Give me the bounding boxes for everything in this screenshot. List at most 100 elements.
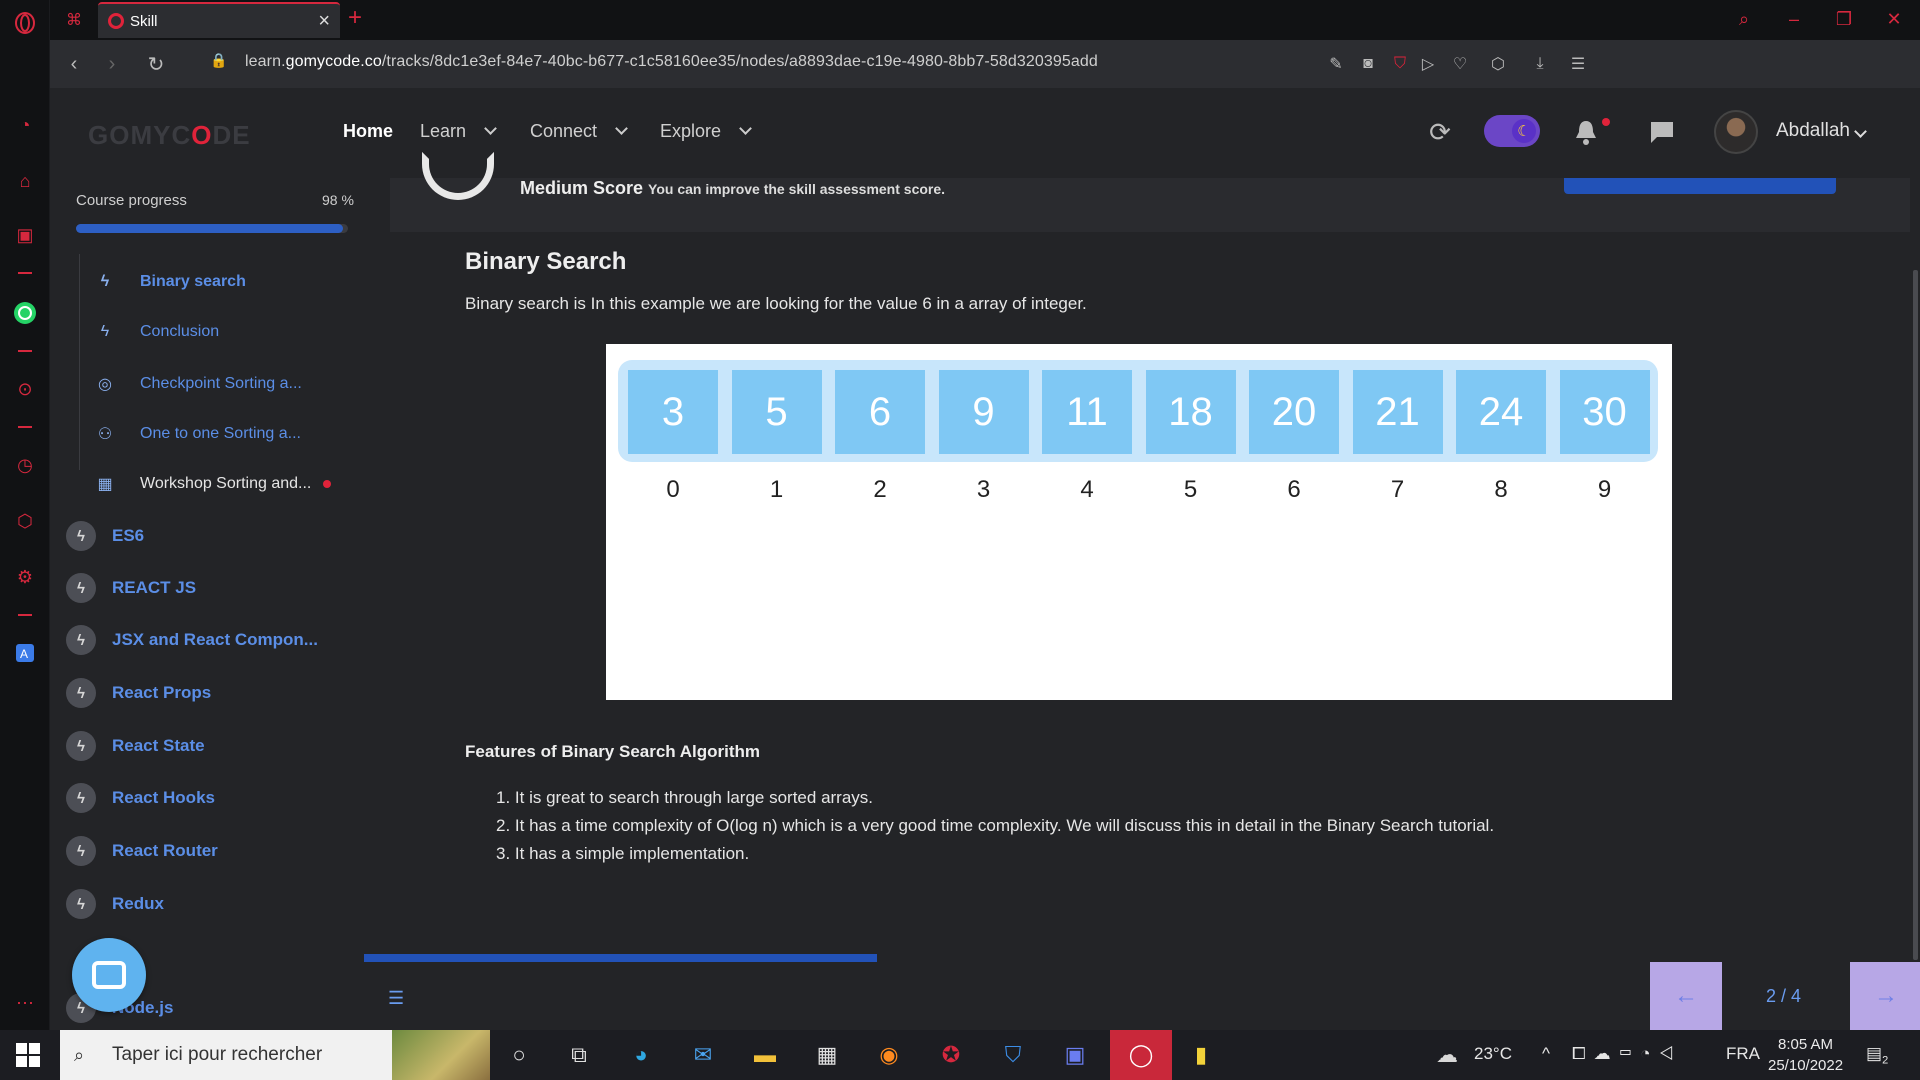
screen: ◔ ⌂ ▣ ⊙ ◷ ⬡ ⚙ A ⋯ ⌘ Skill × + ⌕ – ❐ ✕ ‹ … (0, 0, 1920, 1080)
clock-date: 25/10/2022 (1768, 1057, 1844, 1074)
defender-icon[interactable]: ⛉ (996, 1039, 1030, 1071)
download-icon[interactable]: ⤓ (1528, 52, 1552, 76)
nav-home[interactable]: Home (343, 121, 393, 142)
improve-score-button[interactable] (1564, 178, 1836, 194)
bag-icon[interactable]: ⌂ (12, 168, 38, 194)
close-tab-icon[interactable]: × (318, 10, 330, 33)
reload-icon[interactable]: ↻ (142, 50, 170, 78)
tree-line (79, 254, 80, 470)
dark-mode-toggle[interactable]: ☾ (1484, 115, 1540, 147)
sidebar-module-jsx[interactable]: ϟ JSX and React Compon... (66, 620, 346, 660)
minimize-icon[interactable]: – (1774, 4, 1814, 34)
windows-start-icon[interactable] (16, 1043, 40, 1067)
opera-favicon-icon (108, 13, 124, 29)
sidebar-module-react-state[interactable]: ϟ React State (66, 726, 346, 766)
gamepad-icon[interactable]: ⌘ (60, 6, 88, 34)
messages-icon[interactable] (1646, 116, 1678, 148)
player-icon[interactable]: ⊙ (12, 376, 38, 402)
forward-icon[interactable]: › (98, 50, 126, 78)
gomycode-logo[interactable]: GOMYCODE (88, 120, 251, 151)
notification-center-icon[interactable]: ▤2 (1866, 1044, 1888, 1066)
bolt-icon: ϟ (100, 323, 110, 340)
file-explorer-icon[interactable]: ▬ (748, 1039, 782, 1071)
clock[interactable]: 8:05 AM 25/10/2022 (1768, 1034, 1843, 1076)
bolt-icon: ϟ (66, 521, 96, 551)
extensions-icon[interactable]: ⬡ (12, 508, 38, 534)
close-window-icon[interactable]: ✕ (1874, 4, 1914, 34)
url-field[interactable]: learn.gomycode.co/tracks/8dc1e3ef-84e7-4… (245, 53, 1098, 71)
sidebar-module-react-hooks[interactable]: ϟ React Hooks (66, 778, 346, 818)
sticky-notes-icon[interactable]: ▮ (1184, 1039, 1218, 1071)
bolt-icon: ϟ (66, 731, 96, 761)
speed-dial-icon[interactable]: ◔ (12, 112, 38, 138)
avatar[interactable] (1714, 110, 1758, 154)
sidebar-item-one-to-one[interactable]: ⚇ One to one Sorting a... (94, 414, 354, 454)
sidebar-module-react-js[interactable]: ϟ REACT JS (66, 568, 346, 608)
array-index-label: 2 (873, 476, 887, 503)
nav-learn[interactable]: Learn (420, 121, 497, 142)
sync-icon[interactable]: ⟳ (1424, 116, 1456, 148)
sidebar-item-binary-search[interactable]: ϟ Binary search (94, 262, 354, 302)
settings-icon[interactable]: ⚙ (12, 564, 38, 590)
firefox-icon[interactable]: ◉ (872, 1039, 906, 1071)
store-icon[interactable]: ▦ (810, 1039, 844, 1071)
sidebar-item-workshop[interactable]: ▦ Workshop Sorting and... (94, 464, 354, 504)
language-indicator[interactable]: FRA (1726, 1044, 1760, 1064)
next-button[interactable]: → (1850, 962, 1920, 1030)
cortana-icon[interactable]: ○ (502, 1039, 536, 1071)
send-icon[interactable]: ▷ (1416, 52, 1440, 76)
page-scrollbar[interactable] (1913, 270, 1918, 960)
chat-widget-button[interactable] (72, 938, 146, 1012)
array-index-label: 3 (976, 476, 991, 503)
sidebar-item-label: Conclusion (140, 323, 220, 340)
easy-setup-icon[interactable]: ☰ (1566, 52, 1590, 76)
history-icon[interactable]: ◷ (12, 452, 38, 478)
outline-icon[interactable]: ☰ (388, 988, 404, 1009)
opera-logo-icon[interactable] (12, 10, 38, 36)
nav-explore[interactable]: Explore (660, 121, 752, 142)
sidebar-module-es6[interactable]: ϟ ES6 (66, 516, 346, 556)
tray-chevron-icon[interactable]: ^ (1542, 1044, 1550, 1064)
cube-icon[interactable]: ⬡ (1486, 52, 1510, 76)
nav-home-label: Home (343, 121, 394, 141)
sidebar-item-conclusion[interactable]: ϟ Conclusion (94, 312, 354, 352)
tray-icons[interactable]: ⧠☁▭◔◁ (1572, 1044, 1682, 1064)
sidebar-module-react-router[interactable]: ϟ React Router (66, 831, 346, 871)
opera-taskbar-button[interactable]: ◯ (1110, 1030, 1172, 1080)
translate-icon[interactable]: A (12, 640, 38, 666)
sidebar-module-react-props[interactable]: ϟ React Props (66, 673, 346, 713)
back-icon[interactable]: ‹ (60, 50, 88, 78)
weather-temp: 23°C (1474, 1044, 1512, 1063)
edge-icon[interactable]: ◕ (624, 1039, 658, 1071)
user-menu[interactable]: Abdallah (1776, 120, 1867, 142)
new-tab-icon[interactable]: + (348, 4, 362, 32)
whatsapp-icon[interactable] (12, 300, 38, 326)
bookmark-heart-icon[interactable]: ♡ (1448, 52, 1472, 76)
sidebar-item-checkpoint[interactable]: ◎ Checkpoint Sorting a... (94, 364, 354, 404)
bell-icon[interactable] (1570, 116, 1602, 148)
array-cell: 18 (1145, 370, 1236, 454)
score-title-text: Medium Score (520, 178, 644, 198)
sidebar-item-label: Workshop Sorting and... (140, 475, 312, 492)
twitch-icon[interactable]: ▣ (12, 222, 38, 248)
taskbar-search[interactable]: ⌕ Taper ici pour rechercher (60, 1030, 490, 1080)
mail-icon[interactable]: ✉ (686, 1039, 720, 1071)
tab-skill[interactable]: Skill × (98, 2, 340, 38)
security-app-icon[interactable]: ✪ (934, 1039, 968, 1071)
module-label: React Router (112, 841, 218, 860)
array-cell: 3 (628, 370, 718, 454)
status-dot (323, 480, 332, 488)
nav-connect[interactable]: Connect (530, 121, 628, 142)
search-tabs-icon[interactable]: ⌕ (1724, 4, 1764, 34)
restore-icon[interactable]: ❐ (1824, 4, 1864, 34)
more-icon[interactable]: ⋯ (12, 990, 38, 1016)
task-view-icon[interactable]: ⧉ (562, 1039, 596, 1071)
list-item: 2. It has a time complexity of O(log n) … (496, 816, 1495, 835)
sidebar-module-redux[interactable]: ϟ Redux (66, 884, 346, 924)
notification-count: 2 (1882, 1054, 1889, 1067)
app-icon[interactable]: ▣ (1058, 1039, 1092, 1071)
snapshot-edit-icon[interactable]: ✎ (1324, 52, 1348, 76)
previous-button[interactable]: ← (1650, 962, 1722, 1030)
camera-icon[interactable]: ◙ (1356, 52, 1380, 76)
vpn-shield-icon[interactable]: ⛉ (1388, 52, 1412, 76)
